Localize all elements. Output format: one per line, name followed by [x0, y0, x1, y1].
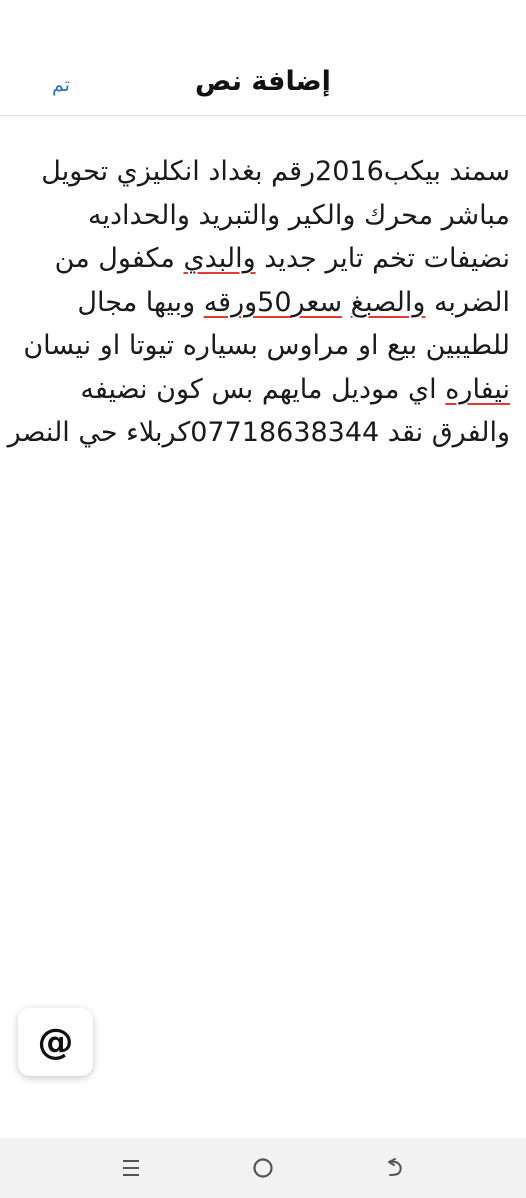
- top-bar: تم إضافة نص: [0, 0, 526, 116]
- page-title: إضافة نص: [195, 66, 331, 97]
- back-icon[interactable]: [375, 1148, 415, 1188]
- mention-button[interactable]: @: [18, 1008, 93, 1076]
- misspelled-word[interactable]: سعر50ورقه: [204, 287, 342, 318]
- text-segment: اي موديل مايهم بس كون نضيفه: [80, 373, 446, 405]
- misspelled-word[interactable]: والبدي: [183, 243, 255, 274]
- editor-line: سمند بيكب2016رقم بغداد انكليزي تحويل: [41, 156, 510, 187]
- text-segment: وبيها مجال: [77, 286, 204, 318]
- home-icon[interactable]: [243, 1148, 283, 1188]
- editor-line: نضيفات تخم تاير جديد والبدي مكفول من: [18, 237, 510, 281]
- recent-apps-icon[interactable]: [111, 1148, 151, 1188]
- editor-line: للطيبين بيع او مراوس بسياره تيوتا او نيس…: [23, 330, 510, 361]
- misspelled-word[interactable]: نيفاره: [445, 374, 510, 405]
- system-nav-bar: [0, 1138, 526, 1198]
- misspelled-word[interactable]: والصبغ: [351, 287, 426, 318]
- text-segment: الضربه: [425, 286, 510, 318]
- text-segment: مكفول من: [54, 243, 184, 274]
- text-segment: نضيفات تخم تاير جديد: [255, 243, 510, 274]
- editor-line: والفرق نقد 07718638344كربلاء حي النصر: [7, 417, 510, 448]
- at-sign-icon: @: [37, 1021, 74, 1063]
- text-editor[interactable]: سمند بيكب2016رقم بغداد انكليزي تحويل مبا…: [7, 150, 510, 455]
- editor-line: الضربه والصبغ سعر50ورقه وبيها مجال: [18, 281, 510, 325]
- editor-line: نيفاره اي موديل مايهم بس كون نضيفه: [18, 368, 510, 412]
- editor-line: مباشر محرك والكير والتبريد والحداديه: [88, 199, 510, 231]
- text-segment: [342, 287, 351, 318]
